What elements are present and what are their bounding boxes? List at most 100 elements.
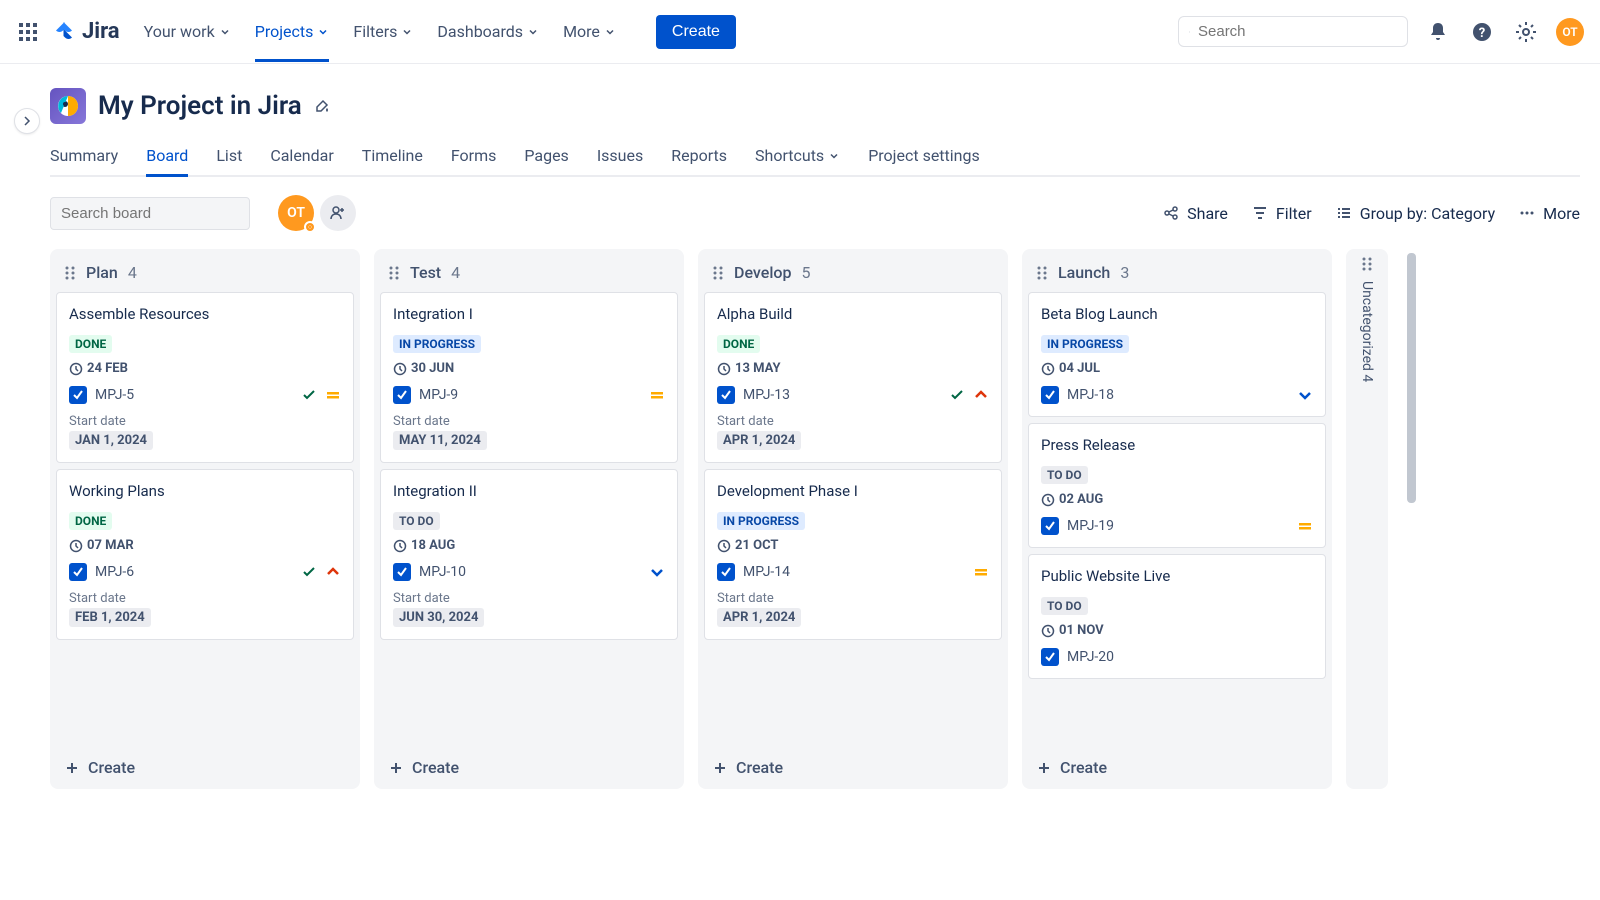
issue-card[interactable]: Alpha Build DONE 13 MAY MPJ-13 Start dat… <box>704 292 1002 463</box>
kanban-board: Plan 4 Assemble Resources DONE 24 FEB MP… <box>50 249 1580 809</box>
search-input[interactable] <box>1198 23 1397 40</box>
tab-issues[interactable]: Issues <box>597 136 643 175</box>
plus-icon <box>1036 760 1052 776</box>
issue-key: MPJ-13 <box>743 387 790 403</box>
issue-key: MPJ-10 <box>419 564 466 580</box>
column-header[interactable]: Plan 4 <box>50 249 360 292</box>
column-title: Plan <box>86 263 118 282</box>
priority-icon <box>1297 518 1313 534</box>
tab-shortcuts[interactable]: Shortcuts <box>755 136 840 175</box>
search-icon <box>1189 24 1190 40</box>
issue-card[interactable]: Integration I IN PROGRESS 30 JUN MPJ-9 S… <box>380 292 678 463</box>
card-start-section: Start dateMAY 11, 2024 <box>393 414 665 450</box>
drag-handle-icon[interactable] <box>388 266 400 280</box>
add-member-button[interactable] <box>320 195 356 231</box>
tab-project-settings[interactable]: Project settings <box>868 136 980 175</box>
column-header[interactable]: Develop 5 <box>698 249 1008 292</box>
column-count: 4 <box>128 263 137 282</box>
due-date: 18 AUG <box>393 538 665 553</box>
status-badge: IN PROGRESS <box>393 335 481 353</box>
column-header[interactable]: Launch 3 <box>1022 249 1332 292</box>
create-issue-button[interactable]: Create <box>1022 746 1332 789</box>
due-date: 02 AUG <box>1041 492 1313 507</box>
card-footer: MPJ-18 <box>1041 386 1313 404</box>
more-button[interactable]: More <box>1519 204 1580 223</box>
issue-card[interactable]: Public Website Live TO DO 01 NOV MPJ-20 <box>1028 554 1326 679</box>
card-footer-right <box>301 387 341 403</box>
create-issue-button[interactable]: Create <box>374 746 684 789</box>
issue-card[interactable]: Beta Blog Launch IN PROGRESS 04 JUL MPJ-… <box>1028 292 1326 417</box>
column-count: 4 <box>451 263 460 282</box>
create-button[interactable]: Create <box>656 15 736 49</box>
board-search-input[interactable] <box>61 205 260 222</box>
clock-icon <box>69 539 83 553</box>
status-badge: TO DO <box>393 512 440 530</box>
create-issue-button[interactable]: Create <box>50 746 360 789</box>
priority-icon <box>649 564 665 580</box>
share-button[interactable]: Share <box>1163 204 1228 223</box>
nav-more[interactable]: More <box>563 22 616 41</box>
sidebar-expand-button[interactable] <box>14 108 40 134</box>
jira-logo[interactable]: Jira <box>52 19 120 44</box>
user-avatar[interactable]: OT <box>1556 18 1584 46</box>
issue-card[interactable]: Development Phase I IN PROGRESS 21 OCT M… <box>704 469 1002 640</box>
issue-card[interactable]: Assemble Resources DONE 24 FEB MPJ-5 Sta… <box>56 292 354 463</box>
status-badge: DONE <box>69 512 112 530</box>
plus-icon <box>64 760 80 776</box>
tab-forms[interactable]: Forms <box>451 136 497 175</box>
project-icon <box>50 88 86 124</box>
drag-handle-icon[interactable] <box>712 266 724 280</box>
start-date-value: MAY 11, 2024 <box>393 431 487 450</box>
task-type-icon <box>717 563 735 581</box>
column-title: Test <box>410 263 441 282</box>
tab-pages[interactable]: Pages <box>524 136 568 175</box>
create-issue-button[interactable]: Create <box>698 746 1008 789</box>
nav-projects[interactable]: Projects <box>255 22 330 41</box>
task-type-icon <box>717 386 735 404</box>
column-header[interactable]: Test 4 <box>374 249 684 292</box>
project-theme-button[interactable] <box>314 97 332 115</box>
scrollbar-thumb[interactable] <box>1407 253 1416 503</box>
nav-your-work[interactable]: Your work <box>144 22 231 41</box>
notifications-button[interactable] <box>1424 18 1452 46</box>
more-icon <box>1519 205 1535 221</box>
drag-handle-icon[interactable] <box>64 266 76 280</box>
clock-icon <box>1041 493 1055 507</box>
svg-text:?: ? <box>1479 26 1485 41</box>
settings-button[interactable] <box>1512 18 1540 46</box>
help-button[interactable]: ? <box>1468 18 1496 46</box>
nav-filters[interactable]: Filters <box>353 22 413 41</box>
board-search[interactable] <box>50 197 250 230</box>
due-date: 24 FEB <box>69 361 341 376</box>
card-footer-right <box>949 387 989 403</box>
tab-timeline[interactable]: Timeline <box>362 136 423 175</box>
due-date: 04 JUL <box>1041 361 1313 376</box>
issue-card[interactable]: Integration II TO DO 18 AUG MPJ-10 Start… <box>380 469 678 640</box>
collapsed-column[interactable]: Uncategorized 4 <box>1346 249 1388 789</box>
global-search[interactable] <box>1178 16 1408 47</box>
card-footer: MPJ-20 <box>1041 648 1313 666</box>
gear-icon <box>1515 21 1537 43</box>
drag-handle-icon[interactable] <box>1361 257 1373 271</box>
card-start-section: Start dateAPR 1, 2024 <box>717 414 989 450</box>
issue-card[interactable]: Working Plans DONE 07 MAR MPJ-6 Start da… <box>56 469 354 640</box>
user-avatar-ot[interactable]: OT○ <box>278 195 314 231</box>
tab-summary[interactable]: Summary <box>50 136 118 175</box>
clock-icon <box>393 539 407 553</box>
card-title: Beta Blog Launch <box>1041 305 1313 323</box>
drag-handle-icon[interactable] <box>1036 266 1048 280</box>
card-footer-right <box>301 564 341 580</box>
tab-board[interactable]: Board <box>146 136 188 175</box>
due-date: 30 JUN <box>393 361 665 376</box>
card-footer-right <box>649 564 665 580</box>
tab-list[interactable]: List <box>216 136 242 175</box>
app-switcher-button[interactable] <box>16 20 40 44</box>
issue-card[interactable]: Press Release TO DO 02 AUG MPJ-19 <box>1028 423 1326 548</box>
nav-dashboards[interactable]: Dashboards <box>437 22 539 41</box>
column-body: Assemble Resources DONE 24 FEB MPJ-5 Sta… <box>50 292 360 746</box>
issue-key: MPJ-20 <box>1067 649 1114 665</box>
filter-button[interactable]: Filter <box>1252 204 1312 223</box>
groupby-button[interactable]: Group by: Category <box>1336 204 1495 223</box>
tab-calendar[interactable]: Calendar <box>270 136 333 175</box>
tab-reports[interactable]: Reports <box>671 136 727 175</box>
